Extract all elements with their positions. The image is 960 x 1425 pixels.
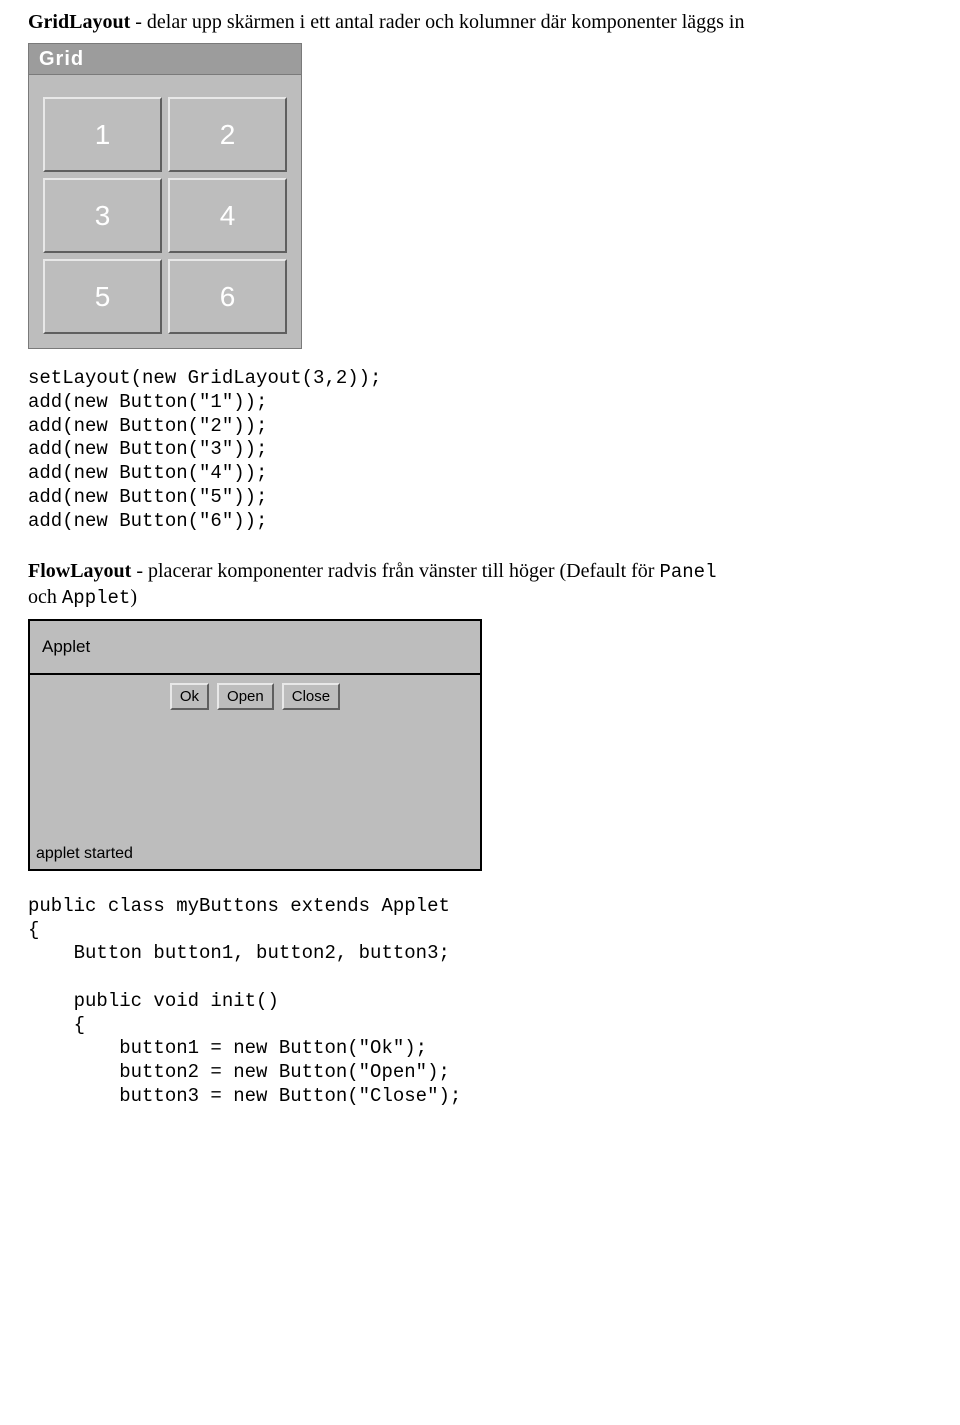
grid-window-title: Grid (39, 48, 84, 71)
grid-window-titlebar: Grid (29, 44, 301, 75)
section1-heading: GridLayout - delar upp skärmen i ett ant… (28, 10, 932, 35)
applet-window-label: Applet (30, 621, 480, 673)
applet-window-body: Ok Open Close (30, 675, 480, 841)
code-block-1: setLayout(new GridLayout(3,2)); add(new … (28, 367, 932, 533)
grid-window: Grid 1 2 3 4 5 6 (28, 43, 302, 349)
flowlayout-term: FlowLayout (28, 560, 131, 582)
grid-button-6[interactable]: 6 (168, 259, 287, 334)
applet-button-ok[interactable]: Ok (170, 683, 209, 710)
applet-button-close[interactable]: Close (282, 683, 340, 710)
section2-text-c: ) (130, 586, 137, 608)
grid-window-body: 1 2 3 4 5 6 (29, 75, 301, 348)
grid-button-4[interactable]: 4 (168, 178, 287, 253)
grid-button-1[interactable]: 1 (43, 97, 162, 172)
grid-button-2[interactable]: 2 (168, 97, 287, 172)
code-block-2: public class myButtons extends Applet { … (28, 895, 932, 1109)
section2-text-a: - placerar komponenter radvis från vänst… (131, 560, 659, 582)
section2-text-b: och (28, 586, 62, 608)
applet-term: Applet (62, 587, 130, 609)
applet-button-open[interactable]: Open (217, 683, 274, 710)
applet-window: Applet Ok Open Close applet started (28, 619, 482, 871)
section1-text: - delar upp skärmen i ett antal rader oc… (130, 11, 744, 33)
applet-status: applet started (30, 841, 480, 869)
section2-heading: FlowLayout - placerar komponenter radvis… (28, 559, 932, 611)
grid-button-5[interactable]: 5 (43, 259, 162, 334)
panel-term: Panel (659, 561, 716, 583)
grid-button-3[interactable]: 3 (43, 178, 162, 253)
gridlayout-term: GridLayout (28, 11, 130, 33)
